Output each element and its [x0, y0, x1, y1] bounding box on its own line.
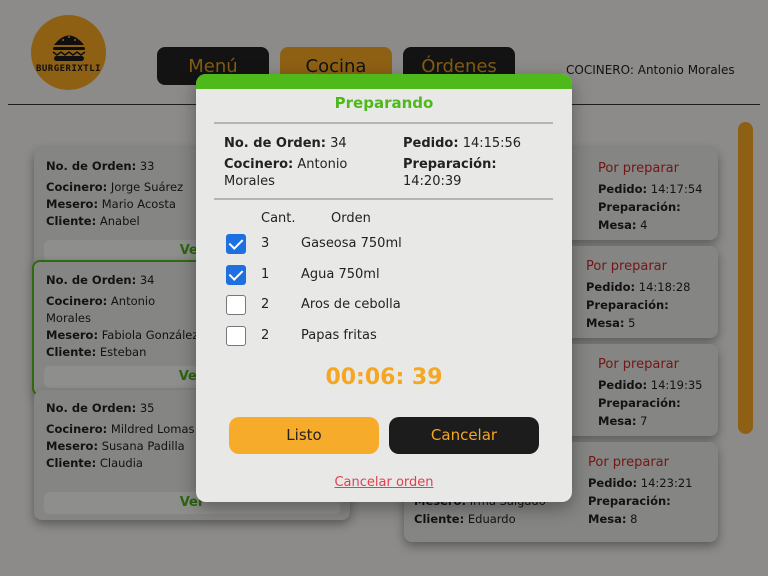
divider [214, 198, 553, 200]
item-name: Papas fritas [301, 328, 377, 343]
ready-button[interactable]: Listo [229, 417, 379, 454]
modal-status-bar [196, 74, 572, 89]
column-header-qty: Cant. [261, 211, 296, 226]
ordered-time: Pedido: 14:15:56 [403, 136, 522, 151]
cancel-button[interactable]: Cancelar [389, 417, 539, 454]
order-item-row: 3 Gaseosa 750ml [226, 234, 546, 256]
item-checkbox[interactable] [226, 295, 246, 315]
item-qty: 2 [261, 297, 270, 312]
column-header-order: Orden [331, 211, 371, 226]
order-item-row: 2 Papas fritas [226, 326, 546, 348]
divider [214, 122, 553, 124]
item-qty: 2 [261, 328, 270, 343]
item-qty: 3 [261, 236, 270, 251]
item-name: Aros de cebolla [301, 297, 401, 312]
item-checkbox[interactable] [226, 265, 246, 285]
cook-name: Cocinero: Antonio Morales [224, 157, 348, 189]
modal-title: Preparando [334, 94, 434, 112]
item-name: Gaseosa 750ml [301, 236, 402, 251]
order-detail-modal: Preparando No. de Orden: 34 Pedido: 14:1… [196, 74, 572, 502]
prep-time: Preparación: 14:20:39 [403, 157, 497, 189]
item-checkbox[interactable] [226, 326, 246, 346]
item-qty: 1 [261, 267, 270, 282]
item-name: Agua 750ml [301, 267, 380, 282]
order-item-row: 1 Agua 750ml [226, 265, 546, 287]
prep-timer: 00:06: 39 [325, 365, 443, 390]
cancel-order-link[interactable]: Cancelar orden [196, 475, 572, 490]
item-checkbox[interactable] [226, 234, 246, 254]
order-item-row: 2 Aros de cebolla [226, 295, 546, 317]
order-number: No. de Orden: 34 [224, 136, 347, 151]
